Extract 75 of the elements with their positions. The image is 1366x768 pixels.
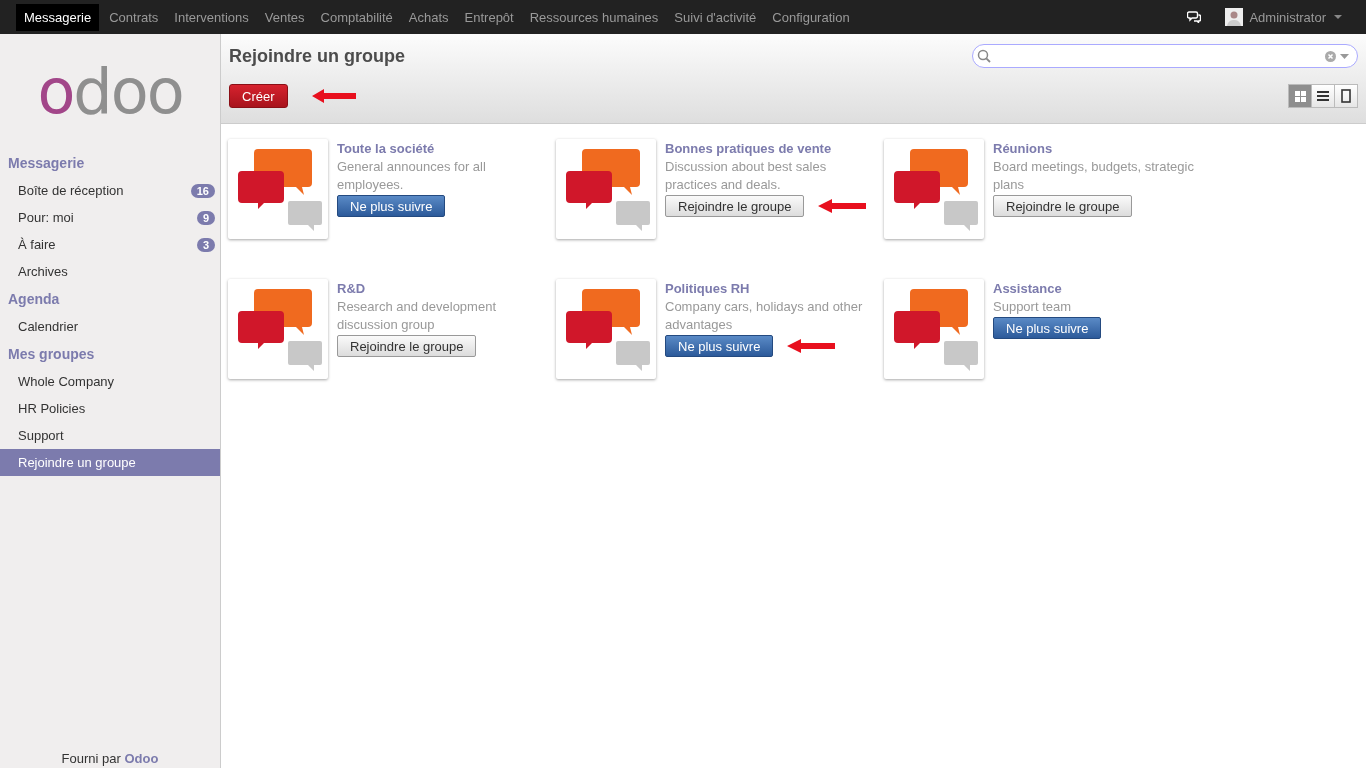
group-description: Support team [993,298,1072,316]
group-name[interactable]: Bonnes pratiques de vente [665,140,832,158]
menu-tab[interactable]: Messagerie [16,3,100,31]
footer-text: Fourni par [61,751,121,766]
caret-icon[interactable] [1340,53,1349,59]
sidebar-item[interactable]: Calendrier [0,313,220,340]
item-label: Whole Company [18,374,115,389]
group-description: General announces for all employees. [337,158,487,194]
join-button[interactable]: Rejoindre le groupe [337,335,477,357]
group-description: Board meetings, budgets, strategic plans [993,158,1195,194]
item-label: Calendrier [18,319,78,334]
group-name[interactable]: Toute la société [337,140,435,158]
section-title: Agenda [7,290,61,309]
menu-tab[interactable]: Achats [402,3,455,31]
group-description: Discussion about best sales practices and deals. [665,158,828,194]
sidebar-item[interactable]: HR Policies [0,395,220,422]
view-switch[interactable] [1311,84,1335,108]
join-button[interactable]: Rejoindre le groupe [665,195,805,217]
sidebar-item[interactable]: Support [0,422,220,449]
group-name[interactable]: R&D [337,280,366,298]
sidebar-item[interactable]: Whole Company [0,368,220,395]
sidebar-item[interactable]: Boîte de réception 16 [0,177,220,204]
menu-tab[interactable]: Configuration [766,3,856,31]
join-button[interactable]: Rejoindre le groupe [993,195,1133,217]
menu-tab[interactable]: Comptabilité [314,3,399,31]
item-label: Archives [18,264,68,279]
section-title: Messagerie [7,154,86,173]
group-description: Company cars, holidays and other advantages [665,298,864,334]
menu-tab[interactable]: Entrepôt [458,3,520,31]
sidebar-item[interactable]: Archives [0,258,220,285]
count-badge: 3 [196,237,215,252]
item-label: Support [18,428,64,443]
menu-tab[interactable]: Interventions [168,3,255,31]
sidebar-item[interactable]: Rejoindre un groupe [0,449,220,476]
group-name[interactable]: Réunions [993,140,1053,158]
menu-tab[interactable]: Contrats [103,3,165,31]
menu-tab[interactable]: Ressources humaines [523,3,665,31]
view-switch[interactable] [1334,84,1358,108]
group-image[interactable] [556,139,656,239]
unfollow-button[interactable]: Ne plus suivre [665,335,774,357]
count-badge: 16 [190,183,215,198]
menu-tab[interactable]: Suivi d'activité [668,3,763,31]
item-label: Rejoindre un groupe [18,455,136,470]
caret-icon[interactable] [1334,14,1342,20]
grid-icon [1294,90,1306,102]
group-image[interactable] [884,279,984,379]
section-title: Mes groupes [7,345,96,364]
user-menu[interactable]: Administrator [1249,9,1326,25]
group-image[interactable] [228,139,328,239]
chat-icon[interactable] [1187,11,1202,23]
search-icon [977,49,991,63]
item-label: Pour: moi [18,210,74,225]
avatar-icon [1225,8,1244,26]
unfollow-button[interactable]: Ne plus suivre [993,317,1102,339]
group-name[interactable]: Politiques RH [665,280,750,298]
form-icon [1341,89,1351,103]
create-button[interactable]: Créer [229,84,288,108]
item-label: HR Policies [18,401,86,416]
count-badge: 9 [196,210,215,225]
menu-tab[interactable]: Ventes [258,3,311,31]
search-field[interactable] [972,44,1358,68]
item-label: À faire [18,237,56,252]
group-image[interactable] [884,139,984,239]
group-name[interactable]: Assistance [993,280,1062,298]
sidebar-item[interactable]: À faire 3 [0,231,220,258]
sidebar-item[interactable]: Pour: moi 9 [0,204,220,231]
unfollow-button[interactable]: Ne plus suivre [337,195,446,217]
page-title: Rejoindre un groupe [229,45,405,67]
list-icon [1317,91,1329,101]
group-image[interactable] [228,279,328,379]
item-label: Boîte de réception [18,183,124,198]
group-description: Research and development discussion group [337,298,497,334]
group-image[interactable] [556,279,656,379]
footer-link[interactable]: Odoo [124,751,159,766]
view-switch[interactable] [1288,84,1312,108]
